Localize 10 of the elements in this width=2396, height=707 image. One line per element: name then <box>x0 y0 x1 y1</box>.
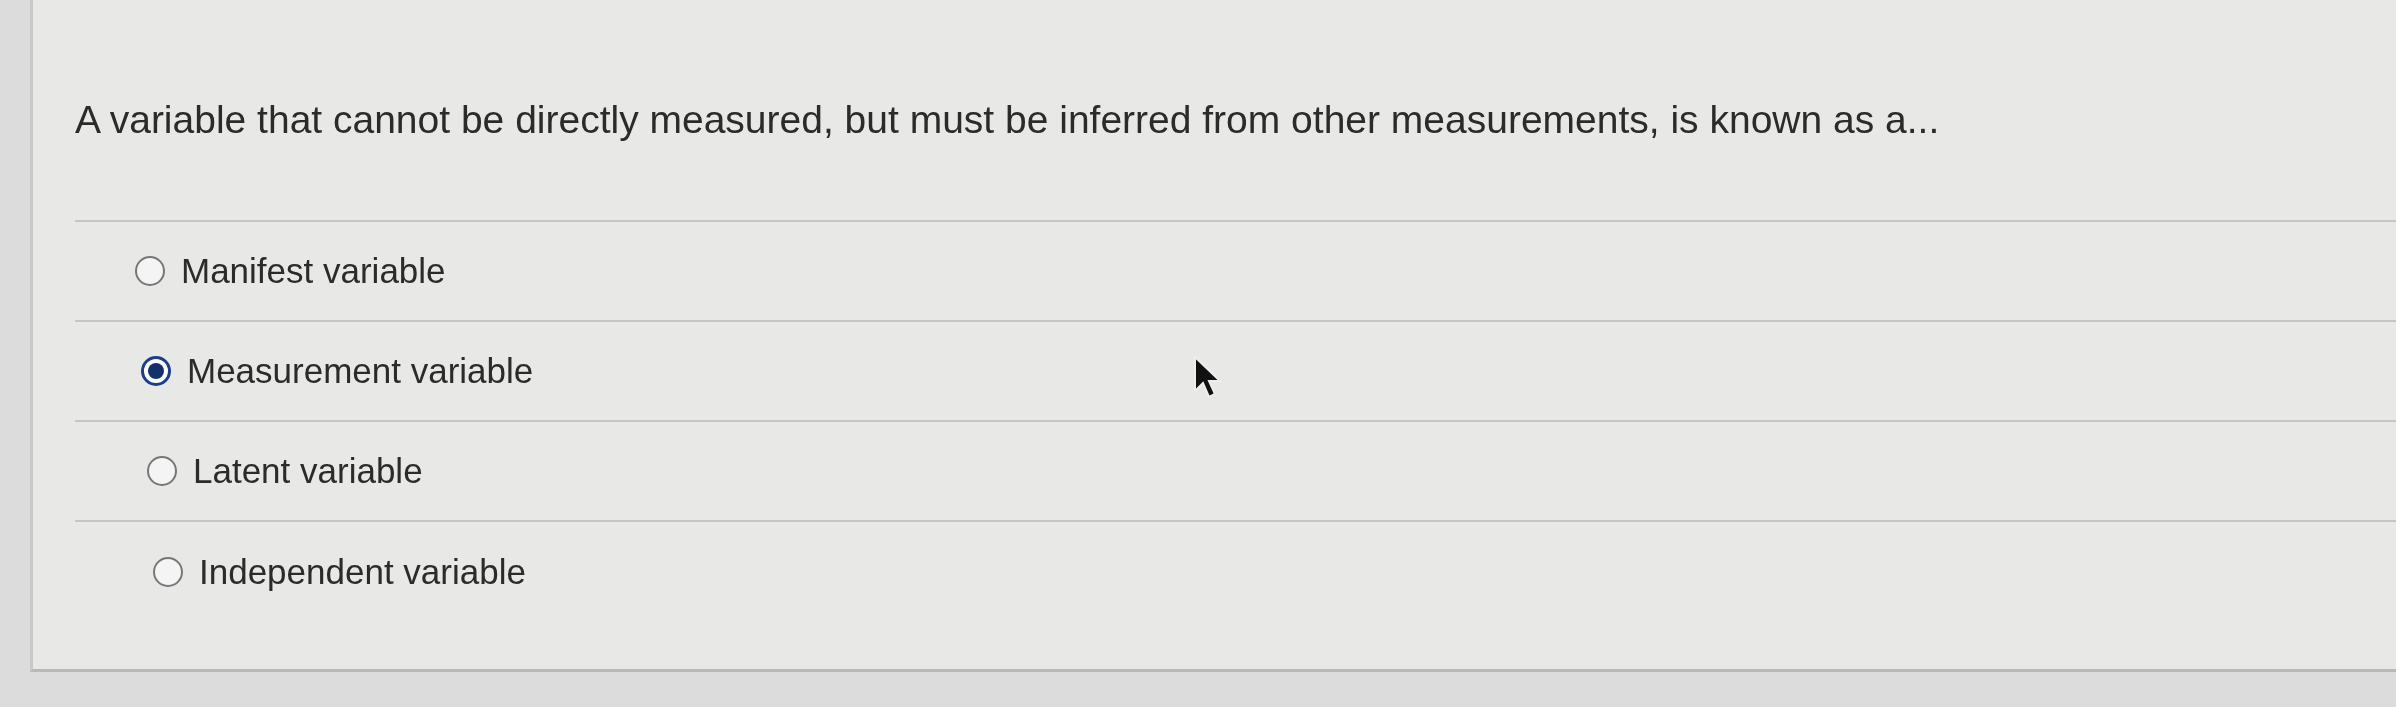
radio-button[interactable] <box>141 356 171 386</box>
radio-button[interactable] <box>147 456 177 486</box>
option-label[interactable]: Measurement variable <box>187 351 534 391</box>
radio-button[interactable] <box>153 557 183 587</box>
radio-button[interactable] <box>135 256 165 286</box>
option-label[interactable]: Independent variable <box>199 552 526 592</box>
question-text: A variable that cannot be directly measured, but must be inferred from other measurements, is known as a... <box>75 0 2396 222</box>
option-label[interactable]: Manifest variable <box>181 251 446 291</box>
pointer-cursor-icon <box>1193 355 1223 401</box>
option-label[interactable]: Latent variable <box>193 451 423 491</box>
